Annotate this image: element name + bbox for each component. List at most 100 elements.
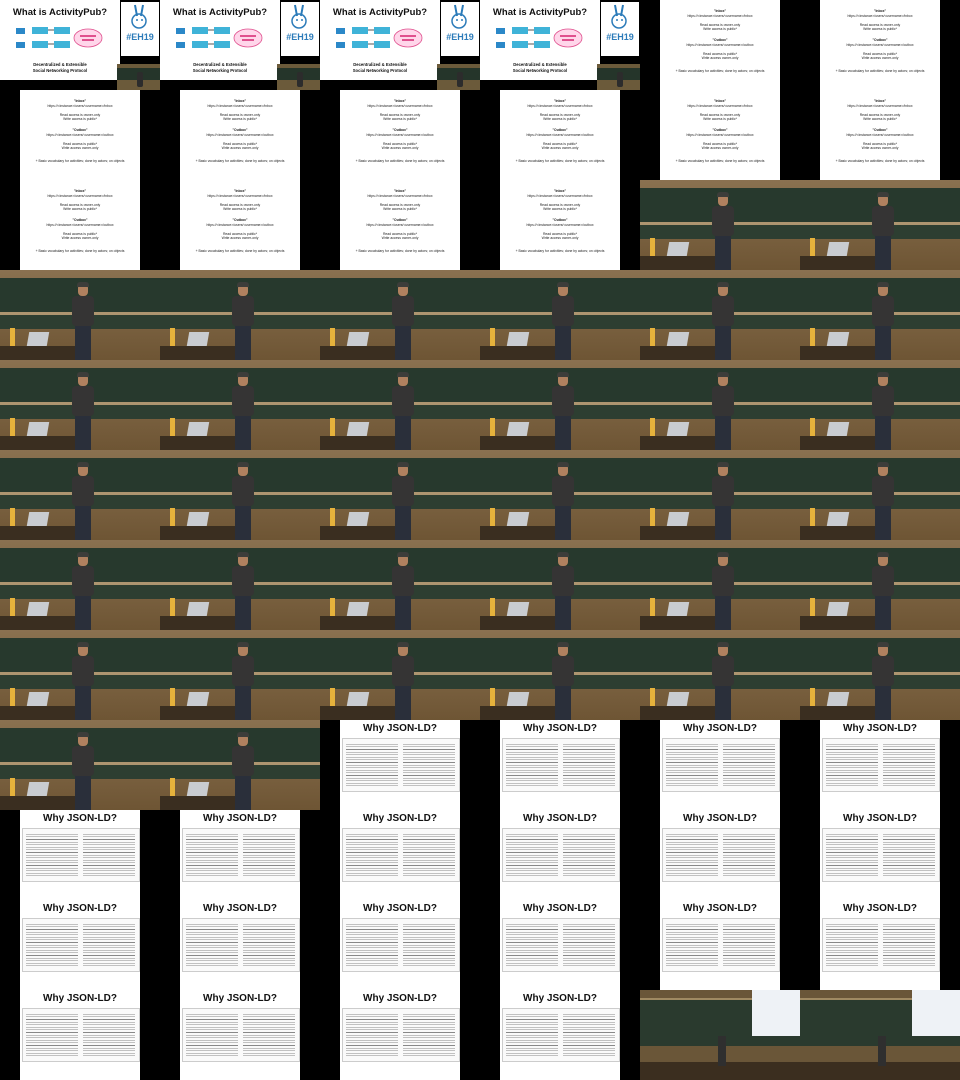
- speaker: [870, 642, 896, 720]
- outbox-url: https://<instance>/users/<username>/outb…: [46, 223, 114, 227]
- speaker-shirt: [232, 656, 254, 686]
- speaker-photo-thumbnail: [480, 270, 640, 360]
- speaker-cap: [397, 372, 409, 377]
- speaker-jeans: [235, 596, 251, 630]
- speaker: [70, 372, 96, 450]
- outbox-write-access: Write access owner-only: [541, 146, 579, 150]
- laptop: [826, 242, 850, 256]
- slide-canvas: Why JSON-LD?: [20, 900, 140, 990]
- laptop: [346, 692, 370, 706]
- slide-title: Why JSON-LD?: [43, 813, 117, 824]
- speaker-jeans: [75, 416, 91, 450]
- speaker: [550, 462, 576, 540]
- speaker-shirt: [392, 296, 414, 326]
- code-column-right: [563, 922, 615, 968]
- slide-title: Why JSON-LD?: [843, 903, 917, 914]
- speaker-jeans: [235, 326, 251, 360]
- slide-canvas: Why JSON-LD?: [500, 900, 620, 990]
- jsonld-slide-thumbnail: Why JSON-LD?: [0, 990, 160, 1080]
- code-listing: [342, 1008, 460, 1062]
- slide-canvas: Why JSON-LD?: [820, 720, 940, 810]
- inbox-heading: "Inbox": [73, 99, 87, 103]
- inbox-heading: "Inbox": [233, 99, 247, 103]
- outbox-heading: "Outbox": [232, 218, 248, 222]
- slide-canvas: Why JSON-LD?: [660, 900, 780, 990]
- drink-bottle: [330, 418, 335, 436]
- outbox-write-access: Write access owner-only: [381, 236, 419, 240]
- speaker-cap: [557, 282, 569, 287]
- inbox-url: https://<instance>/users/<username>/inbo…: [367, 104, 433, 108]
- speaker-shirt: [72, 566, 94, 596]
- speaker-cap: [717, 462, 729, 467]
- slide-title: Why JSON-LD?: [203, 903, 277, 914]
- vocabulary-note: + Basic vocabulary for activities; done …: [35, 249, 125, 253]
- speaker-photo-thumbnail: [480, 630, 640, 720]
- speaker-cap: [557, 552, 569, 557]
- speaker-shirt: [712, 386, 734, 416]
- speaker: [710, 192, 736, 270]
- code-listing: [662, 738, 780, 792]
- code-listing: [182, 1008, 300, 1062]
- speaker-shirt: [712, 296, 734, 326]
- laptop: [666, 422, 690, 436]
- speaker-jeans: [395, 506, 411, 540]
- inbox-heading: "Inbox": [553, 189, 567, 193]
- laptop: [826, 512, 850, 526]
- jsonld-slide-thumbnail: Why JSON-LD?: [640, 900, 800, 990]
- inbox-outbox-slide-thumbnail: "Inbox" https://<instance>/users/<userna…: [160, 90, 320, 180]
- outbox-heading: "Outbox": [872, 38, 888, 42]
- event-tag: #EH19: [446, 32, 474, 42]
- slide-canvas: "Inbox" https://<instance>/users/<userna…: [500, 90, 620, 180]
- code-column-right: [883, 922, 935, 968]
- inbox-write-access: Write access is public*: [703, 27, 737, 31]
- speaker-jeans: [555, 326, 571, 360]
- code-column-left: [506, 1012, 558, 1058]
- slide-title: Why JSON-LD?: [203, 813, 277, 824]
- federation-diagram: [336, 27, 423, 48]
- federation-diagram: [16, 27, 103, 48]
- slide-subtitle-1: Decentralized & Extensible: [33, 62, 87, 67]
- inbox-url: https://<instance>/users/<username>/inbo…: [47, 194, 113, 198]
- speaker-shirt: [72, 746, 94, 776]
- slide-canvas: Why JSON-LD?: [340, 720, 460, 810]
- code-column-right: [403, 1012, 455, 1058]
- speaker: [870, 282, 896, 360]
- jsonld-slide-thumbnail: Why JSON-LD?: [800, 900, 960, 990]
- jsonld-slide-thumbnail: Why JSON-LD?: [640, 720, 800, 810]
- drink-bottle: [330, 328, 335, 346]
- speaker-jeans: [715, 236, 731, 270]
- speaker-cap: [717, 282, 729, 287]
- speaker: [230, 372, 256, 450]
- speaker-photo-thumbnail: [320, 360, 480, 450]
- inbox-heading: "Inbox": [393, 189, 407, 193]
- speaker-jeans: [235, 776, 251, 810]
- code-column-right: [83, 832, 135, 878]
- laptop: [506, 422, 530, 436]
- outbox-write-access: Write access owner-only: [861, 56, 899, 60]
- speaker-photo-thumbnail: [640, 360, 800, 450]
- jsonld-slide-thumbnail: Why JSON-LD?: [160, 810, 320, 900]
- outbox-write-access: Write access owner-only: [541, 236, 579, 240]
- slide-canvas: What is ActivityPub? Decentralized & Ext…: [0, 0, 120, 80]
- wide-shot-thumbnail: [640, 990, 800, 1080]
- slide-canvas: Why JSON-LD?: [340, 990, 460, 1080]
- speaker-shirt: [552, 656, 574, 686]
- contact-sheet-grid: What is ActivityPub? Decentralized & Ext…: [0, 0, 960, 1080]
- slide-title: Why JSON-LD?: [843, 813, 917, 824]
- easterhegg-logo: #EH19: [601, 2, 639, 56]
- slide-canvas: Why JSON-LD?: [340, 810, 460, 900]
- speaker-shirt: [552, 296, 574, 326]
- speaker-inset-photo: [597, 64, 640, 90]
- inbox-outbox-slide-thumbnail: "Inbox" https://<instance>/users/<userna…: [320, 180, 480, 270]
- speaker-jeans: [715, 416, 731, 450]
- code-column-left: [826, 922, 878, 968]
- laptop: [346, 602, 370, 616]
- code-listing: [342, 828, 460, 882]
- easterhegg-logo: #EH19: [441, 2, 479, 56]
- slide-canvas: "Inbox" https://<instance>/users/<userna…: [660, 90, 780, 180]
- speaker-shirt: [712, 206, 734, 236]
- code-column-left: [186, 832, 238, 878]
- outbox-url: https://<instance>/users/<username>/outb…: [206, 133, 274, 137]
- projector-screen: [912, 990, 960, 1036]
- inbox-url: https://<instance>/users/<username>/inbo…: [687, 14, 753, 18]
